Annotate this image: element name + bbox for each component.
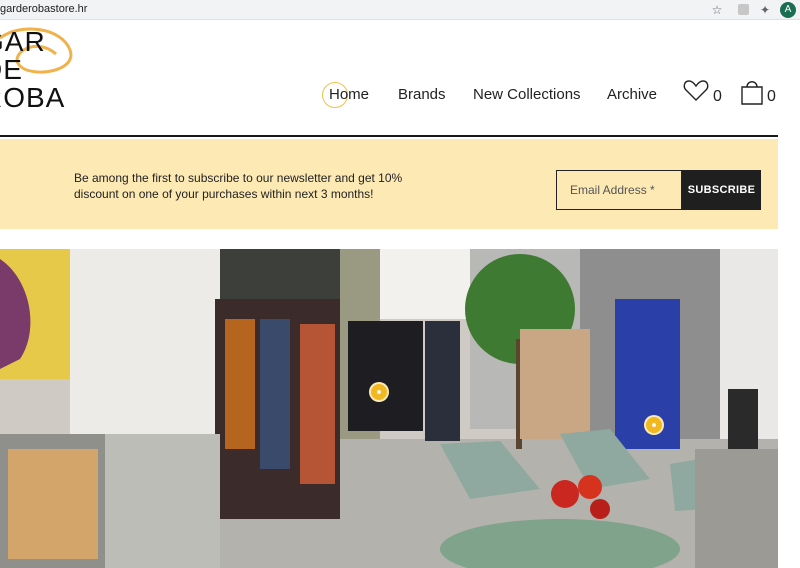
- profile-avatar[interactable]: A: [780, 2, 796, 18]
- page-scrollbar[interactable]: [778, 20, 800, 568]
- nav-archive[interactable]: Archive: [607, 86, 657, 103]
- newsletter-text: Be among the first to subscribe to our n…: [74, 171, 403, 201]
- browser-toolbar: garderobastore.hr ☆ ✦ A: [0, 0, 800, 20]
- extension-icon[interactable]: [738, 4, 749, 15]
- puzzle-icon[interactable]: ✦: [758, 3, 772, 17]
- site-header: GAR DE ROBA Home Brands New Collections …: [0, 20, 778, 137]
- shopping-bag-icon[interactable]: [740, 78, 764, 106]
- store-interior-image: [0, 249, 778, 568]
- address-bar[interactable]: garderobastore.hr: [0, 1, 730, 19]
- logo-line-1: GAR: [0, 26, 46, 57]
- wishlist-count: 0: [713, 88, 722, 105]
- hero-store-photo: [0, 249, 778, 568]
- nav-home[interactable]: Home: [329, 86, 369, 103]
- logo-line-2: DE: [0, 54, 23, 85]
- nav-new-collections[interactable]: New Collections: [473, 86, 581, 103]
- logo[interactable]: GAR DE ROBA: [0, 26, 82, 116]
- heart-icon[interactable]: [683, 78, 709, 104]
- email-input[interactable]: Email Address *: [556, 170, 682, 210]
- cart-count: 0: [767, 88, 776, 105]
- product-hotspot-1[interactable]: [369, 382, 389, 402]
- logo-line-3: ROBA: [0, 82, 66, 113]
- subscribe-button[interactable]: SUBSCRIBE: [682, 170, 761, 210]
- newsletter-banner: Be among the first to subscribe to our n…: [0, 139, 778, 229]
- product-hotspot-2[interactable]: [644, 415, 664, 435]
- nav-brands[interactable]: Brands: [398, 86, 446, 103]
- star-icon[interactable]: ☆: [710, 3, 724, 17]
- url-text[interactable]: garderobastore.hr: [0, 3, 87, 15]
